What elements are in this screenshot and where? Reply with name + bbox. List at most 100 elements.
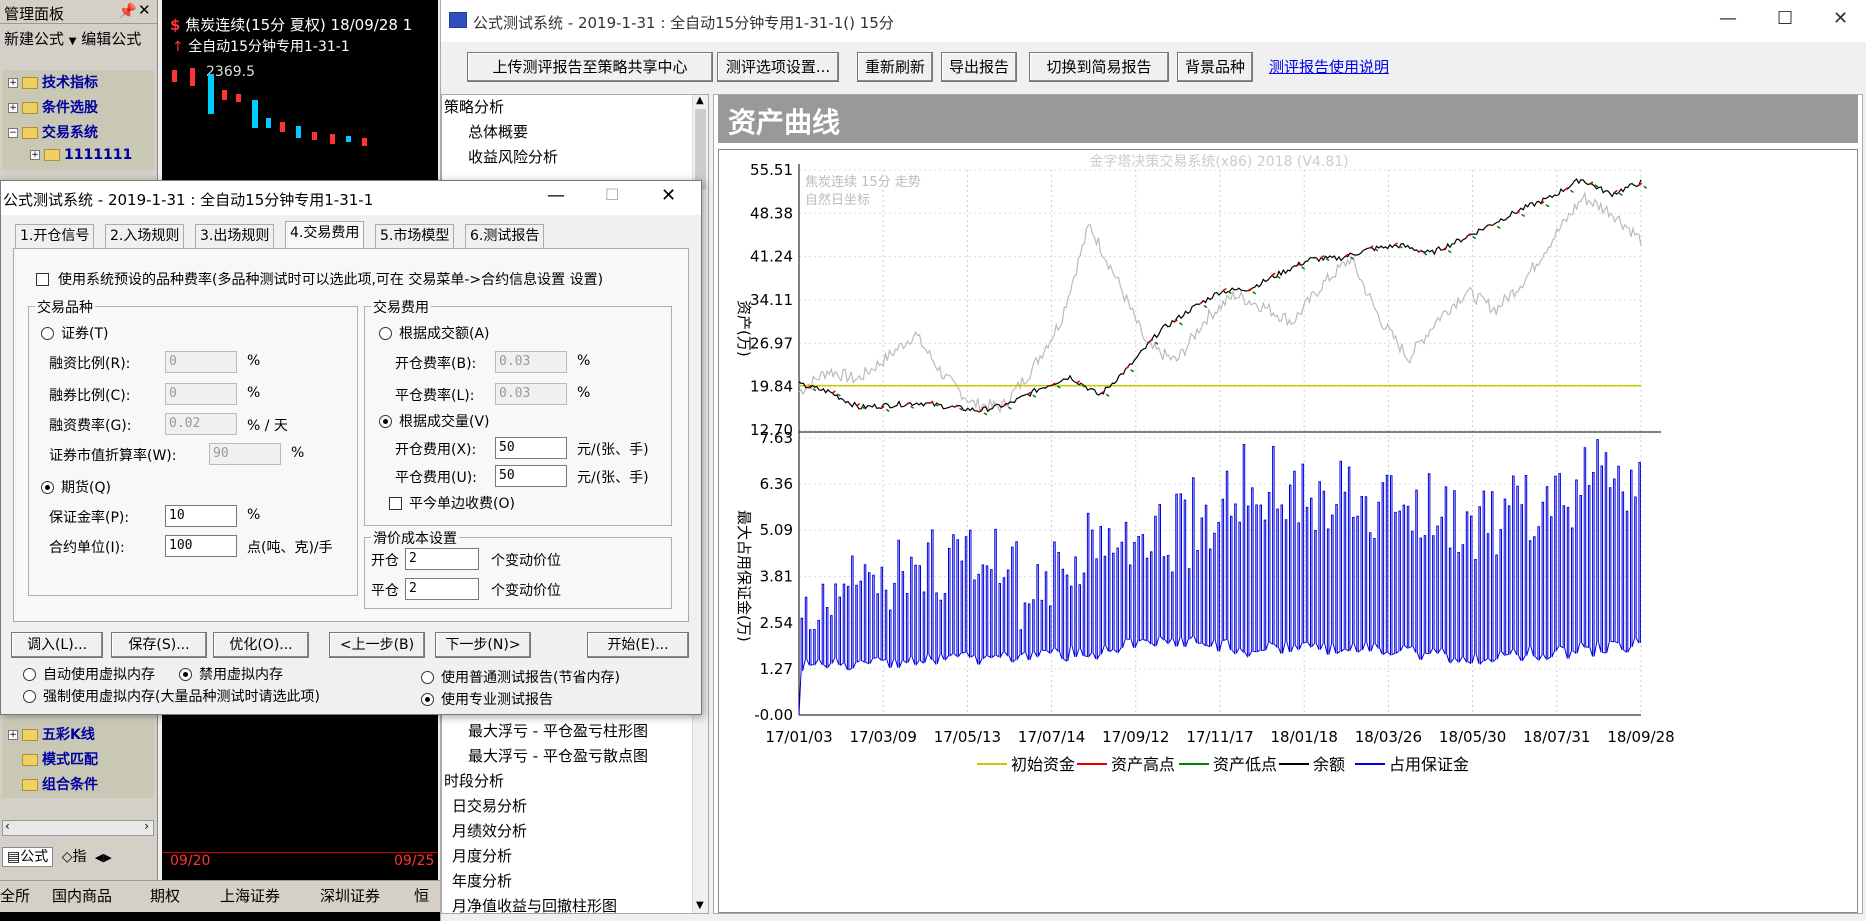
y-tick-label-bottom: 1.27 (760, 660, 793, 678)
asset-high-mark (1149, 338, 1154, 342)
edit-formula-button[interactable]: 编辑公式 (81, 30, 141, 48)
unit-input[interactable]: 100 (165, 535, 237, 557)
upload-report-button[interactable]: 上传测评报告至策略共享中心 (467, 52, 713, 82)
new-formula-button[interactable]: 新建公式 (4, 30, 64, 48)
refresh-button[interactable]: 重新刷新 (857, 52, 933, 82)
market-tab-exchange[interactable]: 全所 (0, 885, 30, 906)
futures-radio[interactable] (41, 481, 54, 494)
close-icon[interactable]: ✕ (661, 185, 676, 206)
asset-low-mark (1105, 393, 1110, 397)
minimize-icon[interactable]: — (1719, 8, 1737, 29)
close-icon[interactable]: ✕ (1833, 8, 1848, 29)
tree-item-combo[interactable]: 组合条件 (2, 772, 154, 797)
report-help-link[interactable]: 测评报告使用说明 (1269, 56, 1389, 77)
open-fee-input[interactable]: 50 (495, 437, 567, 459)
tab-open-signal[interactable]: 1.开仓信号 (15, 224, 95, 248)
scroll-down-icon[interactable]: ▼ (696, 900, 704, 911)
nav-strategy-analysis[interactable]: 策略分析 (442, 95, 708, 120)
nav-floating-loss-scatter[interactable]: 最大浮亏 - 平仓盈亏散点图 (442, 744, 692, 769)
background-variety-button[interactable]: 背景品种 (1177, 52, 1253, 82)
open-fee-label: 开仓费用(X): (395, 442, 477, 458)
tab-formula[interactable]: ▤公式 (2, 847, 54, 867)
by-amount-radio[interactable] (379, 327, 392, 340)
deposit-input[interactable]: 10 (165, 505, 237, 527)
use-system-fee-checkbox[interactable] (36, 273, 49, 286)
expand-icon[interactable]: + (30, 150, 40, 160)
nav-floating-loss-bar[interactable]: 最大浮亏 - 平仓盈亏柱形图 (442, 719, 692, 744)
nav-monthly-performance[interactable]: 月绩效分析 (442, 819, 692, 844)
tree-item-selection[interactable]: + 条件选股 (2, 95, 154, 120)
tab-market-model[interactable]: 5.市场模型 (375, 224, 455, 248)
asset-low-mark (1570, 189, 1574, 193)
legend-label: 初始资金 (1011, 755, 1075, 774)
securities-radio[interactable] (41, 327, 54, 340)
candle (208, 74, 214, 114)
save-button[interactable]: 保存(S)... (111, 632, 207, 658)
start-button[interactable]: 开始(E)... (587, 632, 689, 658)
close-icon[interactable]: ✕ (138, 1, 151, 19)
normal-report-radio[interactable] (421, 671, 434, 684)
single-side-checkbox[interactable] (389, 497, 402, 510)
overlay-subtitle: 自然日坐标 (805, 192, 870, 208)
folder-icon (22, 102, 38, 114)
expand-icon[interactable]: + (8, 103, 18, 113)
load-button[interactable]: 调入(L)... (11, 632, 103, 658)
pin-icon[interactable]: 📌 (118, 2, 137, 20)
market-tab-shanghai[interactable]: 上海证券 (220, 885, 280, 906)
tab-scroll-icon[interactable]: ◀▶ (95, 851, 112, 864)
tab-formula-label: 公式 (20, 849, 49, 865)
asset-low-mark (885, 408, 890, 413)
tree-item-1111111[interactable]: +1111111 (2, 145, 154, 170)
pro-report-radio[interactable] (421, 693, 434, 706)
nav-period-analysis[interactable]: 时段分析 (442, 769, 692, 794)
export-report-button[interactable]: 导出报告 (941, 52, 1017, 82)
collapse-icon[interactable]: − (8, 128, 18, 138)
nav-monthly-drawdown[interactable]: 月净值收益与回撤柱形图 (442, 894, 692, 919)
kline-subtitle: ↑ 全自动15分钟专用1-31-1 (172, 36, 350, 56)
nav-daily-analysis[interactable]: 日交易分析 (442, 794, 692, 819)
nav-risk-analysis[interactable]: 收益风险分析 (442, 145, 708, 170)
tree-item-colorbar[interactable]: + 五彩K线 (2, 722, 154, 747)
maximize-icon[interactable]: ☐ (1777, 8, 1793, 29)
force-vm-radio[interactable] (23, 690, 36, 703)
optimize-button[interactable]: 优化(O)... (213, 632, 309, 658)
expand-icon[interactable]: + (8, 730, 18, 740)
switch-simple-report-button[interactable]: 切换到简易报告 (1029, 52, 1169, 82)
y-tick-label-bottom: 3.81 (760, 568, 793, 586)
unit-suffix-label: 点(吨、克)/手 (247, 540, 333, 556)
close-fee-input[interactable]: 50 (495, 465, 567, 487)
slip-close-input[interactable]: 2 (405, 578, 479, 600)
nav-overview[interactable]: 总体概要 (442, 120, 708, 145)
discount-input: 90 (209, 443, 281, 465)
horizontal-scrollbar[interactable]: ‹ › (2, 819, 154, 836)
tab-entry-rules[interactable]: 2.入场规则 (105, 224, 185, 248)
market-tab-shenzhen[interactable]: 深圳证券 (320, 885, 380, 906)
scroll-left-icon[interactable]: ‹ (5, 819, 10, 833)
tree-item-pattern[interactable]: 模式匹配 (2, 747, 154, 772)
scroll-thumb[interactable] (695, 109, 706, 189)
tab-test-report[interactable]: 6.测试报告 (465, 224, 545, 248)
scroll-up-icon[interactable]: ▲ (696, 95, 704, 106)
tab-exit-rules[interactable]: 3.出场规则 (195, 224, 275, 248)
prev-step-button[interactable]: <上一步(B) (329, 632, 425, 658)
nav-yearly-analysis[interactable]: 年度分析 (442, 869, 692, 894)
tree-item-trading[interactable]: − 交易系统 (2, 120, 154, 145)
chevron-down-icon[interactable]: ▼ (69, 36, 77, 47)
auto-vm-radio[interactable] (23, 668, 36, 681)
disable-vm-radio[interactable] (179, 668, 192, 681)
tab-indicator[interactable]: ◇指 (58, 848, 91, 866)
next-step-button[interactable]: 下一步(N)> (435, 632, 531, 658)
market-tab-hk[interactable]: 恒 (414, 885, 429, 906)
scroll-right-icon[interactable]: › (144, 819, 149, 833)
slip-open-input[interactable]: 2 (405, 548, 479, 570)
market-tab-domestic[interactable]: 国内商品 (52, 885, 112, 906)
slip-unit-label: 个变动价位 (491, 553, 561, 569)
minimize-icon[interactable]: — (547, 185, 565, 206)
market-tab-options[interactable]: 期权 (150, 885, 180, 906)
tree-item-technical[interactable]: + 技术指标 (2, 70, 154, 95)
test-options-button[interactable]: 测评选项设置... (717, 52, 839, 82)
expand-icon[interactable]: + (8, 78, 18, 88)
tab-trading-fees[interactable]: 4.交易费用 (285, 221, 365, 249)
by-volume-radio[interactable] (379, 415, 392, 428)
nav-monthly-analysis[interactable]: 月度分析 (442, 844, 692, 869)
